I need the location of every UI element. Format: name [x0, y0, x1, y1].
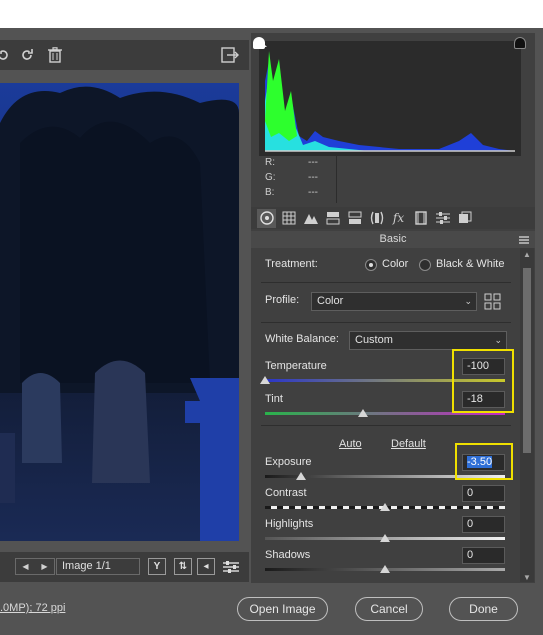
- done-button[interactable]: Done: [449, 597, 518, 621]
- effects-icon[interactable]: fx: [389, 209, 408, 228]
- panel-tabs: fx: [251, 207, 535, 229]
- exposure-slider-thumb[interactable]: [296, 472, 306, 480]
- shadow-clipping-icon[interactable]: [253, 37, 265, 49]
- rgb-label-r: R:: [265, 157, 275, 168]
- divider: [261, 322, 511, 323]
- workflow-options-link[interactable]: .0MP); 72 ppi: [0, 602, 65, 614]
- temperature-slider-thumb[interactable]: [260, 376, 270, 384]
- profile-dropdown[interactable]: Color ⌄: [311, 292, 477, 311]
- image-nav-arrows[interactable]: ◀ ▶: [15, 558, 55, 575]
- y-compare-button[interactable]: Y: [148, 558, 166, 575]
- chevron-down-icon: ⌄: [494, 335, 502, 345]
- highlights-input[interactable]: 0: [462, 516, 505, 533]
- highlight-clipping-icon[interactable]: [514, 37, 526, 49]
- shadows-slider-thumb[interactable]: [380, 565, 390, 573]
- next-image-icon[interactable]: ▶: [41, 562, 47, 571]
- camera-raw-window: ◀ ▶ Image 1/1 Y ⇅ ◂ R: --- G: --- B: ---: [0, 28, 543, 635]
- rgb-value-r: ---: [308, 157, 318, 168]
- histogram: [253, 37, 526, 156]
- open-image-button[interactable]: Open Image: [237, 597, 328, 621]
- chevron-down-icon: ⌄: [464, 296, 472, 306]
- highlights-label: Highlights: [265, 518, 314, 530]
- image-counter: Image 1/1: [56, 558, 140, 575]
- profile-label: Profile:: [265, 294, 300, 306]
- contrast-label: Contrast: [265, 487, 307, 499]
- rgb-value-g: ---: [308, 172, 318, 183]
- basic-panel-content: Treatment: Color Black & White Profile: …: [251, 248, 519, 582]
- default-button[interactable]: Default: [391, 438, 426, 450]
- shadows-input[interactable]: 0: [462, 547, 505, 564]
- image-preview[interactable]: [0, 83, 239, 541]
- back-icon[interactable]: ◂: [197, 558, 215, 575]
- rgb-readout: R: --- G: --- B: ---: [265, 155, 337, 203]
- rotate-left-icon[interactable]: [0, 46, 12, 64]
- adjustments-panel: R: --- G: --- B: --- fx Basic ▲ ▼ Treatm…: [251, 33, 535, 583]
- white-balance-value: Custom: [355, 334, 393, 346]
- section-title: Basic: [251, 231, 535, 248]
- tint-label: Tint: [265, 393, 283, 405]
- scroll-thumb[interactable]: [523, 268, 531, 453]
- snapshots-icon[interactable]: [455, 209, 474, 228]
- treatment-label: Treatment:: [265, 258, 318, 270]
- rotate-right-icon[interactable]: [18, 46, 36, 64]
- divider: [261, 282, 511, 283]
- contrast-slider-thumb[interactable]: [380, 503, 390, 511]
- scroll-down-icon[interactable]: ▼: [522, 573, 532, 582]
- settings-icon[interactable]: [222, 558, 240, 575]
- shadows-label: Shadows: [265, 549, 311, 561]
- rgb-label-g: G:: [265, 172, 276, 183]
- exposure-highlight-box: [455, 443, 513, 480]
- section-title-label: Basic: [379, 233, 407, 245]
- camera-calibration-icon[interactable]: [411, 209, 430, 228]
- image-toolbar: [0, 40, 249, 70]
- temperature-label: Temperature: [265, 360, 327, 372]
- tone-curve-icon[interactable]: [279, 209, 298, 228]
- highlights-slider-thumb[interactable]: [380, 534, 390, 542]
- panel-scrollbar[interactable]: ▲ ▼: [520, 248, 534, 582]
- cancel-button[interactable]: Cancel: [355, 597, 423, 621]
- treatment-color-label[interactable]: Color: [382, 258, 408, 270]
- trash-icon[interactable]: [46, 46, 64, 64]
- white-balance-dropdown[interactable]: Custom ⌄: [349, 331, 507, 350]
- export-icon[interactable]: [221, 46, 239, 64]
- auto-button[interactable]: Auto: [339, 438, 362, 450]
- split-tone-icon[interactable]: [345, 209, 364, 228]
- tint-slider-thumb[interactable]: [358, 409, 368, 417]
- scroll-up-icon[interactable]: ▲: [522, 250, 532, 259]
- divider: [261, 425, 511, 426]
- treatment-bw-radio[interactable]: [419, 259, 431, 271]
- white-balance-label: White Balance:: [265, 333, 339, 345]
- hsl-icon[interactable]: [323, 209, 342, 228]
- rgb-label-b: B:: [265, 187, 275, 198]
- treatment-color-radio[interactable]: [365, 259, 377, 271]
- detail-icon[interactable]: [301, 209, 320, 228]
- profile-value: Color: [317, 295, 344, 307]
- presets-icon[interactable]: [433, 209, 452, 228]
- previous-image-icon[interactable]: ◀: [22, 562, 28, 571]
- image-navigator: ◀ ▶ Image 1/1 Y ⇅ ◂: [0, 552, 249, 582]
- rgb-value-b: ---: [308, 187, 318, 198]
- lens-icon[interactable]: [367, 209, 386, 228]
- swap-icon[interactable]: ⇅: [174, 558, 192, 575]
- profile-browser-icon[interactable]: [484, 293, 502, 311]
- wb-highlight-box: [452, 349, 514, 413]
- basic-icon[interactable]: [257, 208, 276, 228]
- preview-photo: [0, 83, 239, 541]
- treatment-bw-label[interactable]: Black & White: [436, 258, 504, 270]
- contrast-input[interactable]: 0: [462, 485, 505, 502]
- exposure-label: Exposure: [265, 456, 312, 468]
